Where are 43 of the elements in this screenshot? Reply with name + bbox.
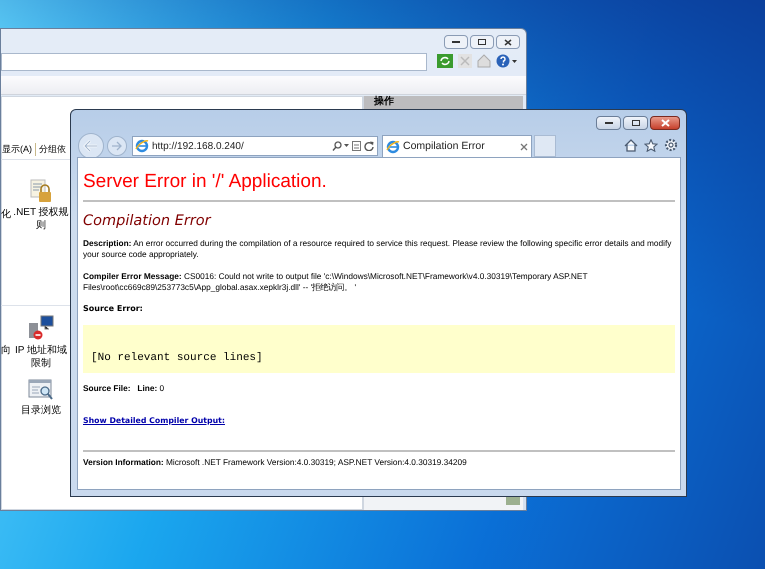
source-error-label: Source Error: (83, 303, 144, 314)
ie-icon (135, 139, 149, 153)
source-file-info: Source File: Line: 0 (83, 383, 166, 394)
url-text: http://192.168.0.240/ (152, 140, 244, 154)
error-description: Description: An error occurred during the compilation of a resource required to service this request. Please review the following specific error details and modify your source code appropriately. (83, 238, 672, 260)
error-title: Compilation Error (83, 212, 212, 230)
pane-title: 操作 (374, 96, 394, 108)
version-information: Version Information: Microsoft .NET Framework Version:4.0.30319; ASP.NET Version:4.0.30319.34209 (83, 457, 468, 468)
close-icon (660, 119, 670, 127)
minimize-button[interactable] (444, 35, 468, 49)
source-code-text: [No relevant source lines] (91, 352, 263, 365)
compatibility-icon[interactable] (352, 141, 361, 151)
search-icon[interactable] (332, 141, 349, 151)
status-icon (506, 497, 520, 505)
directory-browse-icon (28, 379, 54, 401)
help-icon[interactable] (496, 54, 518, 68)
menu-item[interactable]: 分组依 (35, 143, 67, 156)
home-icon[interactable] (624, 138, 638, 152)
minimize-button[interactable] (596, 116, 621, 130)
close-icon[interactable] (520, 142, 528, 150)
maximize-button[interactable] (623, 116, 648, 130)
address-field[interactable]: http://192.168.0.240/ (132, 136, 378, 156)
page-heading: Server Error in '/' Application. (83, 170, 328, 194)
refresh-icon[interactable] (437, 54, 453, 68)
feature-label[interactable]: 目录浏览 (21, 404, 61, 417)
menu-item[interactable]: 显示(A) (1, 143, 33, 156)
settings-icon[interactable] (664, 138, 678, 152)
browser-tab[interactable]: Compilation Error (382, 135, 532, 157)
feature-label: 向 (1, 344, 11, 357)
lock-icon (30, 179, 52, 203)
ie-icon (386, 140, 400, 154)
maximize-button[interactable] (470, 35, 494, 49)
close-icon (504, 38, 512, 46)
refresh-icon[interactable] (364, 141, 374, 151)
star-icon[interactable] (644, 138, 658, 152)
network-icon (28, 315, 54, 341)
close-button[interactable] (496, 35, 520, 49)
address-field[interactable] (1, 53, 427, 71)
feature-label: 化 (1, 208, 11, 221)
feature-label[interactable]: .NET 授权规则 (12, 206, 70, 232)
close-button[interactable] (650, 116, 680, 130)
compiler-error-message: Compiler Error Message: CS0016: Could not write to output file 'c:\Windows\Microsoft.NET\Framework\v4.0.30319\Temporary ASP.NET Files\root\cc669c89\253773c5\App_global.asax.xepklr3j.dll' -- '拒绝访问。 ' (83, 271, 588, 293)
feature-label[interactable]: IP 地址和域限制 (12, 344, 70, 370)
